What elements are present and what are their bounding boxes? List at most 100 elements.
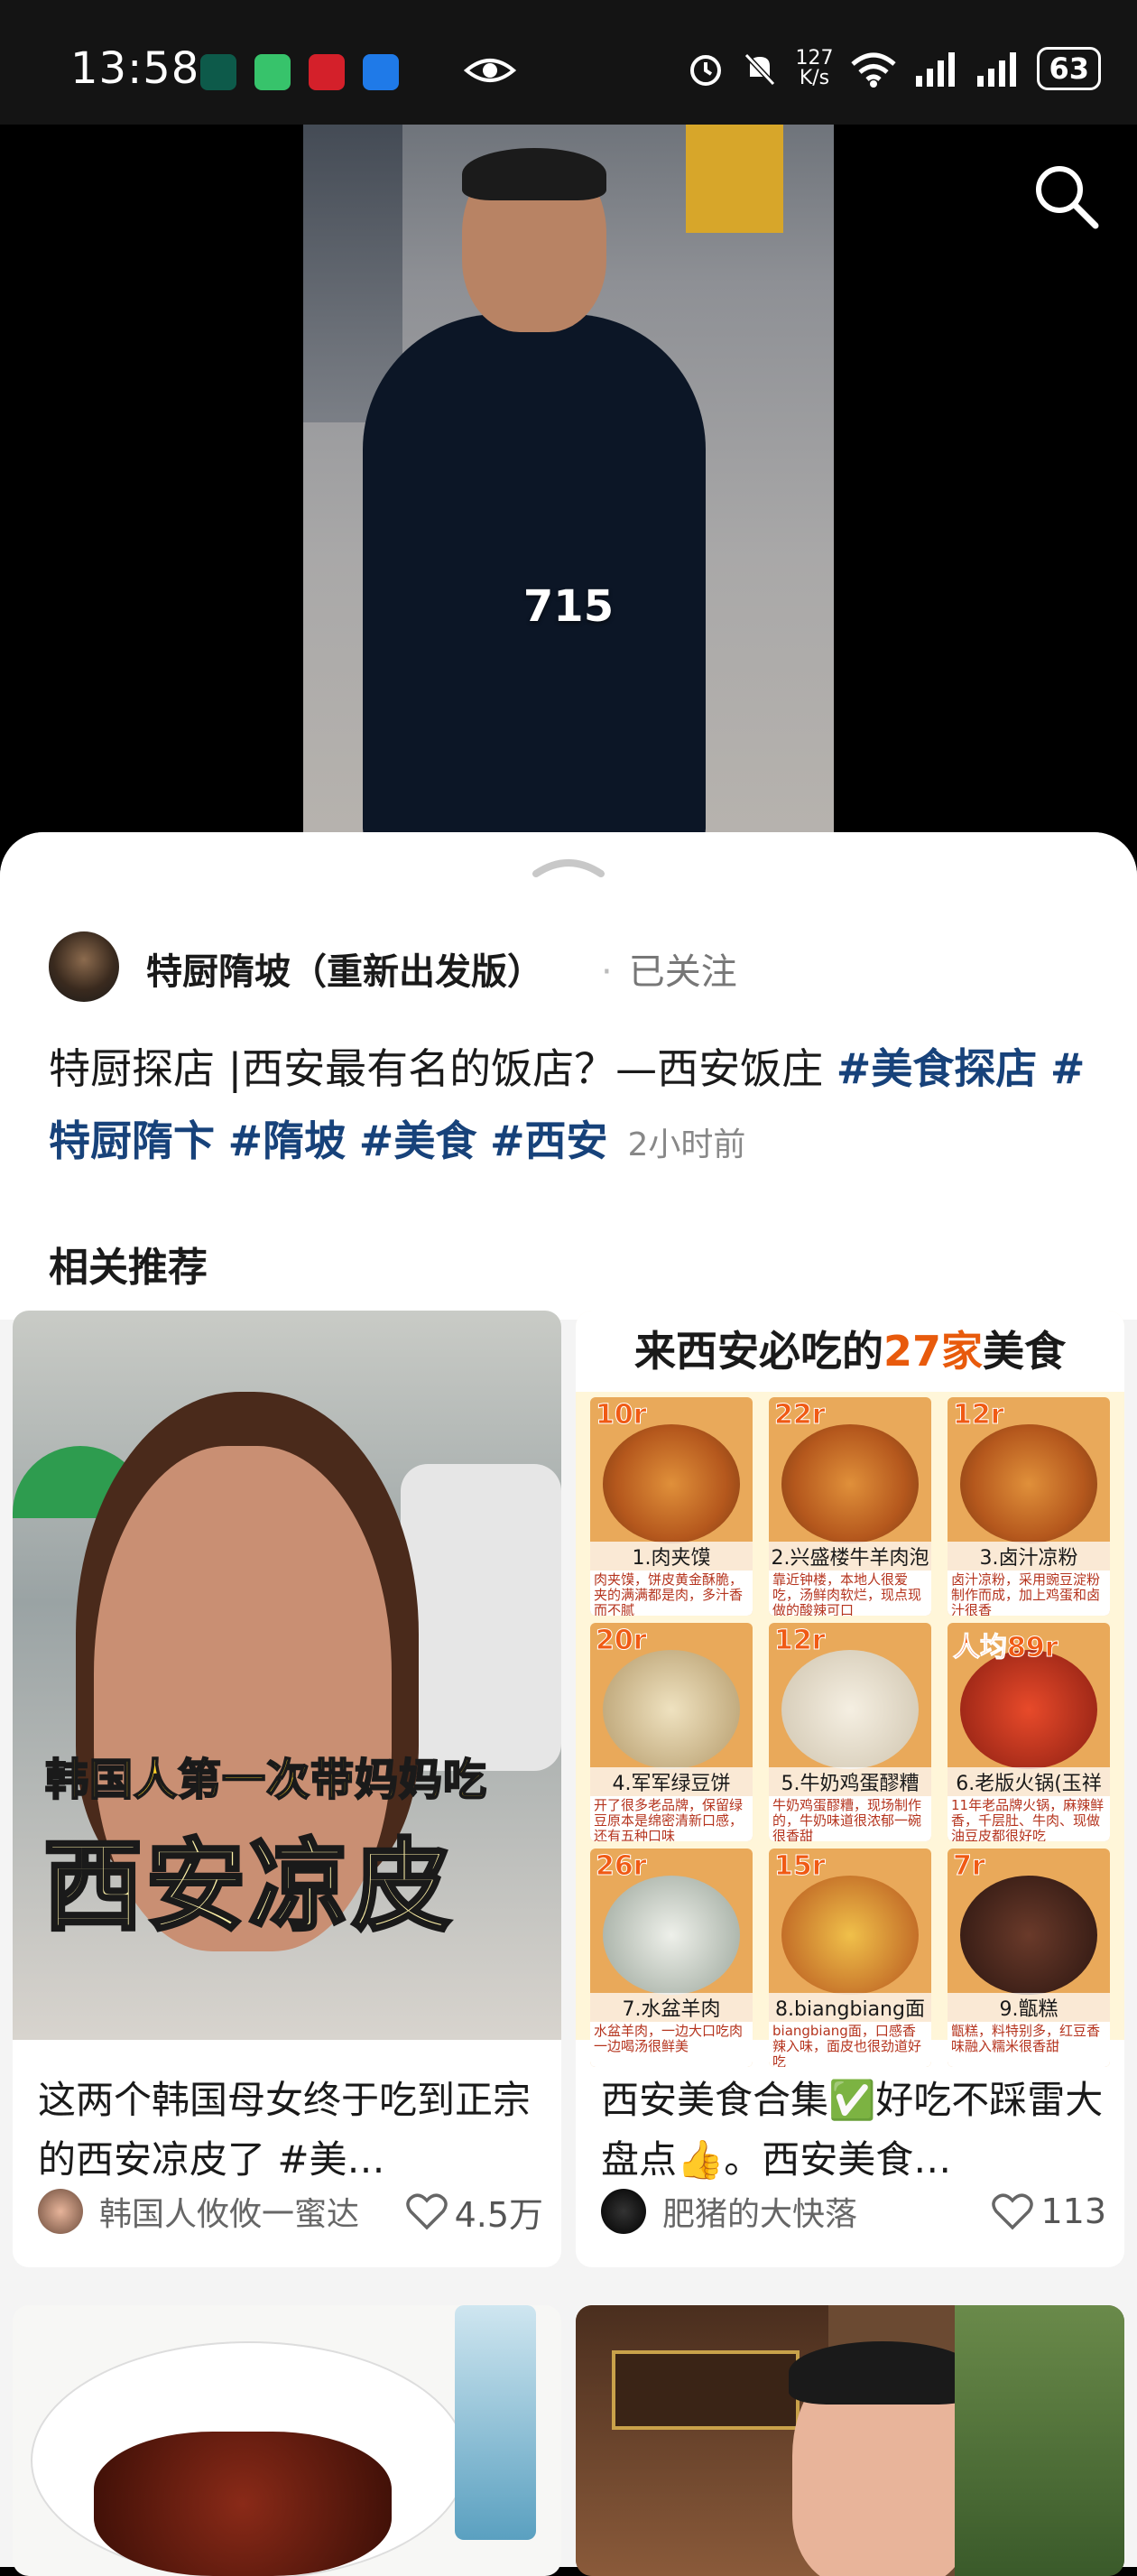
recommendation-card[interactable] xyxy=(576,2305,1124,2576)
food-photo xyxy=(781,1650,919,1769)
food-desc: 肉夹馍，饼皮黄金酥脆，夹的满满都是肉，多汁香而不腻 xyxy=(590,1571,753,1616)
card-author[interactable]: 韩国人攸攸一蜜达 xyxy=(99,2188,406,2235)
food-price: 22r xyxy=(774,1399,827,1432)
net-speed-value: 127 xyxy=(795,47,834,69)
post-caption: 特厨探店 |西安最有名的饭店？—西安饭庄 #美食探店 #特厨隋卞 #隋坡 #美食… xyxy=(49,1033,1095,1181)
food-price: 20r xyxy=(596,1625,648,1657)
food-price: 10r xyxy=(596,1399,648,1432)
hashtag[interactable]: #美食探店 xyxy=(837,1044,1038,1093)
food-name: 8.biangbiang面 xyxy=(769,1993,931,2022)
heart-icon xyxy=(992,2193,1034,2230)
food-desc: 牛奶鸡蛋醪糟，现场制作的，牛奶味道很浓郁一碗很香甜 xyxy=(769,1796,931,1841)
food-cell: 15r 8.biangbiang面 biangbiang面，口感香辣入味，面皮也很劲… xyxy=(769,1849,931,2067)
net-speed-unit: K/s xyxy=(799,67,830,89)
thumbnail-dish xyxy=(94,2432,392,2576)
header-suffix: 美食 xyxy=(983,1327,1066,1376)
card-meta: 肥猪的大快落 113 xyxy=(601,2186,1106,2237)
food-price: 12r xyxy=(774,1625,827,1657)
food-photo xyxy=(960,1876,1097,1995)
post-info: 特厨隋坡（重新出发版） · 已关注 特厨探店 |西安最有名的饭店？—西安饭庄 #美… xyxy=(0,832,1137,1320)
like-button[interactable]: 4.5万 xyxy=(405,2187,543,2237)
wifi-icon xyxy=(851,52,897,88)
thumbnail-header: 来西安必吃的27家美食 xyxy=(576,1311,1124,1392)
author-avatar[interactable] xyxy=(49,931,119,1002)
signal-icon xyxy=(977,52,1017,87)
food-price: 26r xyxy=(596,1850,648,1883)
follow-status-label: 已关注 xyxy=(628,951,737,993)
video-person-hair xyxy=(462,148,606,200)
thumbnail-sign xyxy=(612,2350,800,2430)
thumbnail-storefront xyxy=(576,2305,828,2576)
food-name: 3.卤汁凉粉 xyxy=(948,1542,1110,1571)
card-thumbnail: 韩国人第一次带妈妈吃 西安凉皮 xyxy=(13,1311,561,2040)
hashtag[interactable]: #隋坡 xyxy=(228,1117,347,1165)
food-desc: 卤汁凉粉，采用豌豆淀粉制作而成，加上鸡蛋和卤汁很香 xyxy=(948,1571,1110,1616)
food-name: 4.军军绿豆饼 xyxy=(590,1767,753,1796)
video-frame xyxy=(303,125,834,847)
thumbnail-hair xyxy=(789,2341,976,2405)
food-desc: biangbiang面，口感香辣入味，面皮也很劲道好吃 xyxy=(769,2022,931,2067)
thumbnail-bottle xyxy=(455,2305,536,2540)
recommendation-card[interactable]: 韩国人第一次带妈妈吃 西安凉皮 这两个韩国母女终于吃到正宗的西安凉皮了 #美… … xyxy=(13,1311,561,2267)
card-title: 这两个韩国母女终于吃到正宗的西安凉皮了 #美… xyxy=(38,2078,532,2182)
recommendation-card[interactable] xyxy=(13,2305,561,2576)
thumbnail-trees xyxy=(955,2305,1124,2576)
card-thumbnail: 来西安必吃的27家美食 10r 1.肉夹馍 肉夹馍，饼皮黄金酥脆，夹的满满都是肉，多… xyxy=(576,1311,1124,2067)
food-cell: 20r 4.军军绿豆饼 开了很多老品牌，保留绿豆原本是绵密清新口感，还有五种口味 xyxy=(590,1623,753,1841)
video-player[interactable]: 715 xyxy=(0,125,1137,847)
status-time: 13:58 xyxy=(70,43,200,94)
food-cell: 7r 9.甑糕 甑糕，料特别多，红豆香味融入糯米很香甜 xyxy=(948,1849,1110,2067)
collapse-handle-icon[interactable] xyxy=(532,856,605,879)
follow-status[interactable]: · 已关注 xyxy=(601,942,737,995)
header-highlight: 27家 xyxy=(883,1327,983,1376)
author-name[interactable]: 特厨隋坡（重新出发版） xyxy=(146,942,543,995)
recommendations-title: 相关推荐 xyxy=(49,1245,208,1291)
thumbnail-headline: 西安凉皮 xyxy=(42,1827,455,1946)
post-time: 2小时前 xyxy=(627,1126,746,1163)
food-photo xyxy=(960,1650,1097,1769)
hashtag[interactable]: #西安 xyxy=(490,1117,608,1165)
like-button[interactable]: 113 xyxy=(992,2191,1106,2231)
heart-icon xyxy=(405,2193,448,2230)
food-photo xyxy=(603,1424,740,1543)
video-person-body xyxy=(363,314,706,847)
header-prefix: 来西安必吃的 xyxy=(633,1327,883,1376)
separator-dot: · xyxy=(601,951,613,993)
food-photo xyxy=(603,1876,740,1995)
hashtag[interactable]: #美食 xyxy=(359,1117,477,1165)
eye-icon xyxy=(464,59,516,82)
net-speed: 127 K/s xyxy=(795,49,833,88)
signal-icon xyxy=(916,52,956,87)
food-photo xyxy=(781,1876,919,1995)
notification-app-icon xyxy=(200,54,236,90)
food-price: 7r xyxy=(953,1850,986,1883)
avatar[interactable] xyxy=(38,2189,83,2234)
video-play-count: 715 xyxy=(522,581,615,632)
food-desc: 甑糕，料特别多，红豆香味融入糯米很香甜 xyxy=(948,2022,1110,2067)
like-count: 4.5万 xyxy=(454,2194,543,2235)
thumbnail-car xyxy=(401,1464,561,1771)
card-author[interactable]: 肥猪的大快落 xyxy=(662,2188,992,2235)
notification-app-icon xyxy=(254,54,291,90)
food-cell: 10r 1.肉夹馍 肉夹馍，饼皮黄金酥脆，夹的满满都是肉，多汁香而不腻 xyxy=(590,1397,753,1616)
food-cell: 22r2.兴盛楼牛羊肉泡馍·小炒靠近钟楼，本地人很爱吃，汤鲜肉软烂，现点现做的酸… xyxy=(769,1397,931,1616)
food-desc: 水盆羊肉，一边大口吃肉一边喝汤很鲜美 xyxy=(590,2022,753,2067)
status-icons: 127 K/s 63 xyxy=(687,47,1101,90)
mute-icon xyxy=(744,52,776,87)
food-cell: 12r 3.卤汁凉粉 卤汁凉粉，采用豌豆淀粉制作而成，加上鸡蛋和卤汁很香 xyxy=(948,1397,1110,1616)
recommendation-card[interactable]: 来西安必吃的27家美食 10r 1.肉夹馍 肉夹馍，饼皮黄金酥脆，夹的满满都是肉，多… xyxy=(576,1311,1124,2267)
avatar[interactable] xyxy=(601,2189,646,2234)
caption-text: 特厨探店 |西安最有名的饭店？—西安饭庄 xyxy=(49,1044,837,1093)
notification-weather-icon xyxy=(363,54,399,90)
search-icon[interactable] xyxy=(1029,159,1103,233)
background-sign xyxy=(686,125,783,233)
status-bar: 13:58 127 K/s 63 xyxy=(0,0,1137,125)
food-cell: 人均89r6.老版火锅(玉祥门店)11年老品牌火锅，麻辣鲜香，千层肚、牛肉、现做… xyxy=(948,1623,1110,1841)
detail-sheet: 特厨隋坡（重新出发版） · 已关注 特厨探店 |西安最有名的饭店？—西安饭庄 #美… xyxy=(0,832,1137,2576)
food-name: 1.肉夹馍 xyxy=(590,1542,753,1571)
food-desc: 靠近钟楼，本地人很爱吃，汤鲜肉软烂，现点现做的酸辣可口 xyxy=(769,1571,931,1616)
food-price: 人均89r xyxy=(953,1632,1059,1664)
battery-indicator: 63 xyxy=(1037,47,1101,90)
alarm-icon xyxy=(690,55,722,86)
food-price: 12r xyxy=(953,1399,1005,1432)
